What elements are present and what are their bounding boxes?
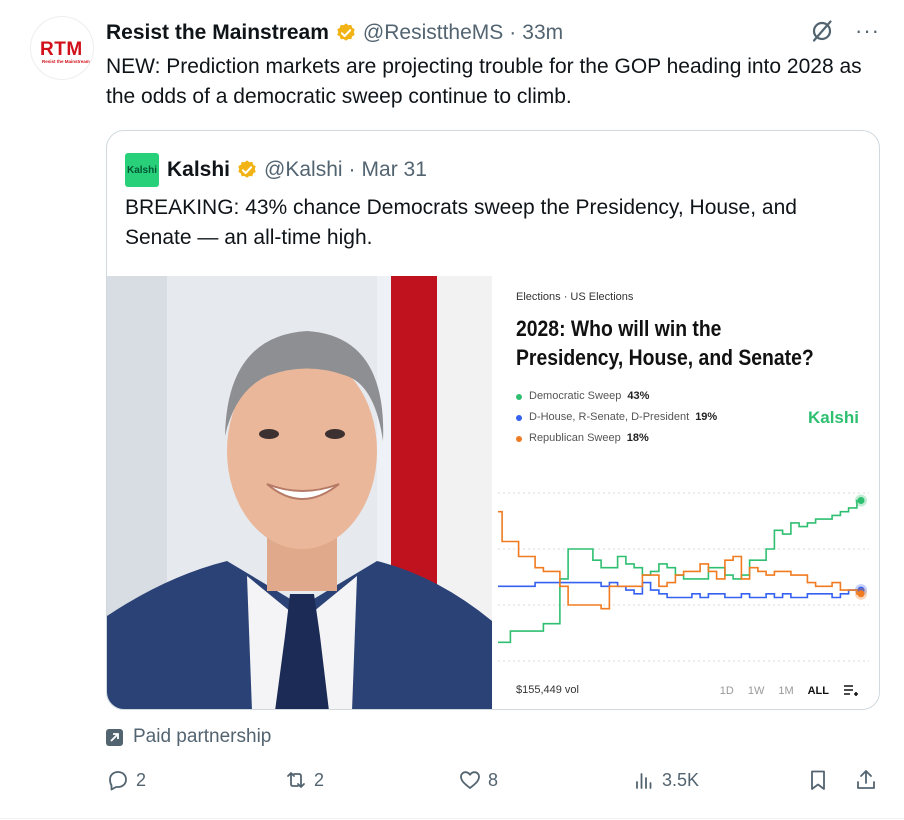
bookmark-button[interactable]	[806, 768, 836, 792]
chart-legend: Democratic Sweep 43% D-House, R-Senate, …	[516, 386, 717, 449]
series-endpoint-2	[857, 590, 865, 598]
external-link-icon	[106, 728, 123, 746]
legend-label: D-House, R-Senate, D-President	[529, 411, 690, 423]
views-icon	[636, 773, 652, 789]
legend-value: 19%	[695, 411, 718, 423]
series-endpoint-0	[857, 496, 865, 504]
tweet-text: NEW: Prediction markets are projecting t…	[106, 55, 862, 108]
grok-icon[interactable]	[809, 18, 835, 44]
reply-button[interactable]: 2	[106, 768, 146, 792]
legend-item: Democratic Sweep 43%	[516, 386, 717, 407]
series-line-1	[498, 581, 861, 599]
reply-icon	[109, 771, 127, 791]
share-icon	[857, 770, 875, 789]
paid-partnership[interactable]: Paid partnership	[106, 726, 271, 748]
tweet-time[interactable]: 33m	[522, 21, 563, 45]
quoted-author-name[interactable]: Kalshi	[167, 158, 230, 182]
range-1m[interactable]: 1M	[778, 685, 793, 697]
line-chart[interactable]	[492, 481, 880, 671]
range-1w[interactable]: 1W	[748, 685, 765, 697]
verified-badge-icon[interactable]	[335, 22, 357, 44]
legend-label: Democratic Sweep	[529, 390, 622, 402]
add-list-icon[interactable]	[843, 684, 859, 698]
more-options-icon[interactable]: ···	[855, 20, 880, 42]
like-count: 8	[488, 769, 499, 790]
top-right-icons: ···	[809, 18, 880, 44]
views-button[interactable]: 3.5K	[632, 768, 699, 792]
portrait-illustration	[107, 276, 492, 709]
quoted-tweet-header: Kalshi Kalshi @Kalshi · Mar 31	[125, 153, 427, 187]
share-button[interactable]	[854, 768, 884, 792]
quoted-tweet-text: BREAKING: 43% chance Democrats sweep the…	[125, 196, 797, 249]
avatar-logo-subtext: Resist the Mainstream	[42, 59, 90, 64]
quoted-author-handle: @Kalshi	[264, 158, 343, 181]
author-name[interactable]: Resist the Mainstream	[106, 21, 329, 45]
range-1d[interactable]: 1D	[720, 685, 734, 697]
legend-value: 43%	[627, 390, 650, 402]
portrait-photo[interactable]	[107, 276, 492, 709]
view-count: 3.5K	[662, 769, 700, 790]
range-all[interactable]: ALL	[808, 685, 829, 697]
quoted-tweet-date: Mar 31	[361, 158, 427, 181]
legend-swatch-orange	[516, 435, 522, 442]
chart-lines	[498, 494, 867, 644]
separator-dot: ·	[348, 158, 356, 181]
tweet-divider	[0, 818, 904, 819]
market-card[interactable]: Elections · US Elections 2028: Who will …	[492, 276, 880, 709]
reply-count: 2	[136, 769, 147, 790]
quoted-tweet[interactable]: Kalshi Kalshi @Kalshi · Mar 31 BREAKING:…	[106, 130, 880, 710]
bookmark-icon	[811, 770, 825, 790]
market-volume: $155,449 vol	[516, 684, 579, 696]
tweet[interactable]: RTM Resist the Mainstream Resist the Mai…	[0, 0, 904, 820]
repost-icon	[287, 772, 305, 788]
card-breadcrumb: Elections · US Elections	[516, 291, 634, 303]
legend-label: Republican Sweep	[529, 432, 621, 444]
legend-item: Republican Sweep 18%	[516, 428, 717, 449]
legend-item: D-House, R-Senate, D-President 19%	[516, 407, 717, 428]
legend-swatch-blue	[516, 414, 522, 421]
legend-value: 18%	[626, 432, 649, 444]
kalshi-logo: Kalshi	[807, 408, 859, 427]
author-handle[interactable]: @ResisttheMS	[363, 21, 503, 45]
range-selector: 1D 1W 1M ALL	[720, 684, 859, 698]
separator-dot: ·	[509, 21, 517, 44]
heart-icon	[460, 771, 480, 789]
action-bar: 2 2 8 3.5K	[106, 768, 880, 800]
paid-partnership-label: Paid partnership	[133, 726, 272, 747]
repost-button[interactable]: 2	[284, 768, 324, 792]
avatar-logo-text: RTM	[40, 39, 83, 60]
tweet-header: Resist the Mainstream @ResisttheMS · 33m	[106, 19, 563, 47]
verified-badge-icon	[238, 160, 256, 178]
card-title: 2028: Who will win the Presidency, House…	[516, 316, 814, 370]
quoted-author-avatar[interactable]: Kalshi	[125, 153, 159, 187]
author-avatar[interactable]: RTM Resist the Mainstream	[30, 16, 94, 80]
like-button[interactable]: 8	[458, 768, 498, 792]
legend-swatch-green	[516, 393, 522, 400]
repost-count: 2	[314, 769, 325, 790]
quoted-tweet-media[interactable]: Elections · US Elections 2028: Who will …	[107, 276, 880, 709]
